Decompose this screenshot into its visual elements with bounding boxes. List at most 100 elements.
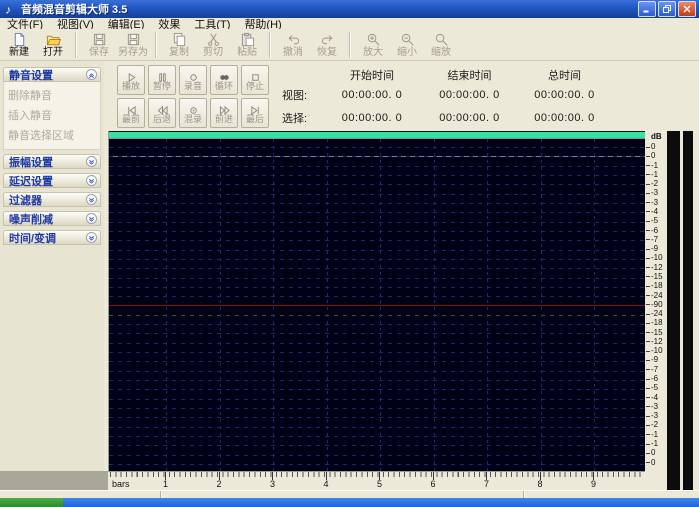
chevron-toggle[interactable] <box>86 194 97 205</box>
transport-button-stop[interactable]: 停止 <box>241 65 269 95</box>
toolbar-button-label: 恢复 <box>317 46 337 58</box>
sidebar-panel-header-delay-settings[interactable]: 延迟设置 <box>3 173 101 188</box>
transport-button-skip-start[interactable]: 最前 <box>117 98 145 128</box>
toolbar-button-open[interactable]: 打开 <box>36 29 70 61</box>
chevron-down-icon <box>88 210 95 228</box>
sidebar-item[interactable]: 插入静音 <box>4 105 100 125</box>
toolbar-button-label: 新建 <box>9 46 29 58</box>
db-scale-row: -6 <box>646 225 667 235</box>
toolbar-button-zoom-out[interactable]: 缩小 <box>390 29 424 61</box>
db-scale-row: -4 <box>646 207 667 216</box>
toolbar-button-undo[interactable]: 撤消 <box>276 29 310 61</box>
toolbar-button-save[interactable]: 保存 <box>82 29 116 61</box>
db-tick-mark <box>646 387 650 389</box>
sidebar-item[interactable]: 静音选择区域 <box>4 125 100 145</box>
chevron-toggle[interactable] <box>86 69 97 80</box>
db-tick-mark <box>646 359 650 361</box>
transport-button-forward[interactable]: 前进 <box>210 98 238 128</box>
db-scale-row: -24 <box>646 291 667 300</box>
transport-row: 播放 暂停 录音 循环 停止 <box>117 65 269 95</box>
toolbar-button-save-as[interactable]: 另存为 <box>116 29 150 61</box>
db-tick-mark <box>646 424 650 426</box>
waveform-grid-vline <box>166 139 167 471</box>
sidebar-panel-time-pitch: 时间/变调 <box>3 230 101 245</box>
db-scale-row: -5 <box>646 217 667 225</box>
chevron-toggle[interactable] <box>86 156 97 167</box>
ruler-number: 8 <box>537 479 543 489</box>
waveform-grid-line <box>109 184 645 186</box>
db-tick-mark <box>646 369 650 371</box>
toolbar-button-label: 保存 <box>89 46 109 58</box>
start-time-header: 开始时间 <box>350 70 394 82</box>
sidebar-panel-header-mute-settings[interactable]: 静音设置 <box>3 67 101 82</box>
loop-icon <box>219 70 230 81</box>
sidebar-panel-header-time-pitch[interactable]: 时间/变调 <box>3 230 101 245</box>
toolbar-button-new[interactable]: 新建 <box>2 29 36 61</box>
toolbar-button-redo[interactable]: 恢复 <box>310 29 344 61</box>
db-tick-mark <box>646 452 650 454</box>
save-as-icon <box>126 32 141 47</box>
db-scale: dB 0 0 -1 -1 -2 -3 -3 -4 -5 -6 -7 -9 -10 -12 -15 -18 -24… <box>645 131 667 471</box>
db-scale-row: -15 <box>646 327 667 337</box>
close-button[interactable] <box>678 1 696 17</box>
waveform-display[interactable] <box>108 131 645 471</box>
toolbar-button-paste[interactable]: 粘贴 <box>230 29 264 61</box>
transport-button-play[interactable]: 播放 <box>117 65 145 95</box>
sidebar-panel-header-filter[interactable]: 过滤器 <box>3 192 101 207</box>
transport-button-skip-end[interactable]: 最后 <box>241 98 269 128</box>
db-label: -1 <box>651 429 659 439</box>
db-label: -3 <box>651 197 659 207</box>
transport-button-rewind[interactable]: 后退 <box>148 98 176 128</box>
db-tick-mark <box>646 257 650 259</box>
transport-row: 最前 后退 混录 前进 最后 <box>117 98 269 128</box>
svg-text:♪: ♪ <box>5 4 11 16</box>
toolbar-button-cut[interactable]: 剪切 <box>196 29 230 61</box>
db-tick-mark <box>646 295 650 296</box>
waveform-grid-vline <box>380 139 381 471</box>
pause-icon <box>157 70 168 82</box>
new-file-icon <box>12 32 27 47</box>
db-label: -3 <box>651 401 659 411</box>
db-tick-mark <box>646 174 650 176</box>
db-scale-row: -7 <box>646 235 667 244</box>
transport-button-label: 暂停 <box>152 80 171 91</box>
cut-icon <box>206 32 221 47</box>
start-button[interactable] <box>0 498 63 507</box>
ruler-number: 4 <box>323 479 329 489</box>
chevron-toggle[interactable] <box>86 232 97 243</box>
ruler-number: 7 <box>484 479 490 489</box>
db-tick-mark <box>646 341 650 343</box>
sidebar-item[interactable]: 删除静音 <box>4 85 100 105</box>
db-scale-row: 0 <box>646 449 667 457</box>
waveform-grid-line <box>109 370 645 372</box>
toolbar-button-zoom[interactable]: 缩放 <box>424 29 458 61</box>
minimize-button[interactable] <box>638 1 656 17</box>
db-label: -9 <box>651 355 659 365</box>
chevron-toggle[interactable] <box>86 213 97 224</box>
restore-button[interactable] <box>658 1 676 17</box>
db-tick-mark <box>646 462 650 464</box>
db-tick-mark <box>646 350 650 352</box>
sidebar-panel-title: 时间/变调 <box>9 232 57 245</box>
sidebar-panel-header-noise-reduction[interactable]: 噪声削减 <box>3 211 101 226</box>
toolbar-separator <box>349 31 351 58</box>
db-label: -15 <box>651 327 663 337</box>
time-ruler[interactable]: bars 1 2 3 4 5 6 7 8 9 <box>108 471 645 490</box>
waveform-grid-line <box>109 165 645 167</box>
transport-button-record[interactable]: 录音 <box>179 65 207 95</box>
transport-button-pause[interactable]: 暂停 <box>148 65 176 95</box>
toolbar-button-copy[interactable]: 复制 <box>162 29 196 61</box>
undo-icon <box>286 32 301 47</box>
chevron-toggle[interactable] <box>86 175 97 186</box>
transport-button-loop[interactable]: 循环 <box>210 65 238 95</box>
redo-icon <box>320 32 335 47</box>
transport-button-mix-record[interactable]: 混录 <box>179 98 207 128</box>
taskbar[interactable] <box>0 498 699 507</box>
toolbar-button-zoom-in[interactable]: 放大 <box>356 29 390 61</box>
db-label: -6 <box>651 225 659 235</box>
db-label: -3 <box>651 188 659 198</box>
selection-bar[interactable] <box>109 132 645 139</box>
transport-button-label: 循环 <box>214 80 233 91</box>
sidebar-panel-header-amplitude-settings[interactable]: 振幅设置 <box>3 154 101 169</box>
sidebar-panel-noise-reduction: 噪声削减 <box>3 211 101 226</box>
